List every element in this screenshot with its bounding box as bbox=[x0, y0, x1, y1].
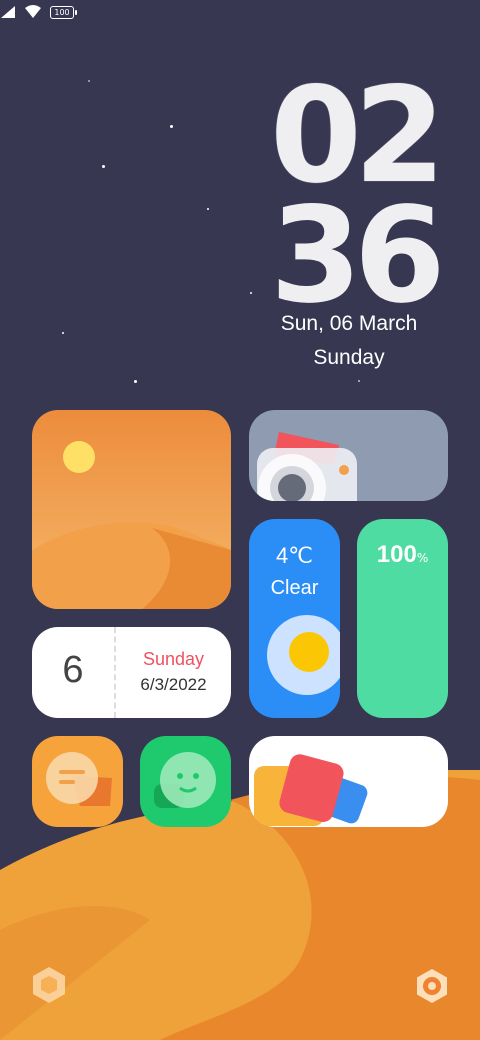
calendar-widget[interactable]: 6 Sunday 6/3/2022 bbox=[32, 627, 231, 718]
calendar-day: 6 bbox=[62, 649, 84, 691]
star bbox=[102, 165, 105, 168]
lockscreen-weekday: Sunday bbox=[313, 346, 385, 369]
calendar-date: 6/3/2022 bbox=[140, 675, 207, 694]
chat-bubble-icon bbox=[46, 752, 112, 806]
battery-level: 100 bbox=[54, 7, 70, 17]
camera-shortcut-icon[interactable] bbox=[414, 968, 450, 1004]
clock-minute: 36 bbox=[270, 179, 446, 333]
weather-widget[interactable]: 4℃ Clear bbox=[249, 519, 340, 718]
battery-percent-unit: % bbox=[416, 551, 429, 565]
star bbox=[250, 292, 252, 294]
star bbox=[207, 208, 209, 210]
battery-widget[interactable]: 100% bbox=[357, 519, 448, 718]
weather-condition: Clear bbox=[270, 577, 319, 599]
wechat-app-icon[interactable] bbox=[140, 736, 231, 827]
battery-icon: 100 bbox=[50, 5, 77, 19]
battery-percent-value: 100 bbox=[376, 541, 417, 568]
cards-widget[interactable] bbox=[249, 736, 448, 827]
stacked-cards-icon bbox=[254, 754, 368, 826]
star bbox=[62, 332, 64, 334]
battery-readout: 100% bbox=[357, 541, 448, 569]
shortcut-left-icon[interactable] bbox=[31, 966, 67, 1004]
lockscreen-date: Sun, 06 March bbox=[280, 312, 418, 335]
star bbox=[134, 380, 137, 383]
calendar-weekday: Sunday bbox=[142, 649, 205, 669]
calendar-divider bbox=[114, 627, 116, 718]
lockscreen-clock[interactable]: 02 36 bbox=[270, 70, 446, 322]
star bbox=[88, 80, 90, 82]
gallery-widget[interactable] bbox=[32, 410, 231, 609]
star bbox=[358, 380, 360, 382]
star bbox=[170, 125, 173, 128]
desert-photo bbox=[32, 441, 231, 609]
sun-icon bbox=[267, 615, 340, 695]
camera-widget[interactable] bbox=[249, 410, 448, 501]
weather-temperature: 4℃ bbox=[276, 543, 313, 568]
messages-app-icon[interactable] bbox=[32, 736, 123, 827]
wechat-icon bbox=[154, 752, 216, 808]
camera-icon bbox=[257, 432, 357, 501]
